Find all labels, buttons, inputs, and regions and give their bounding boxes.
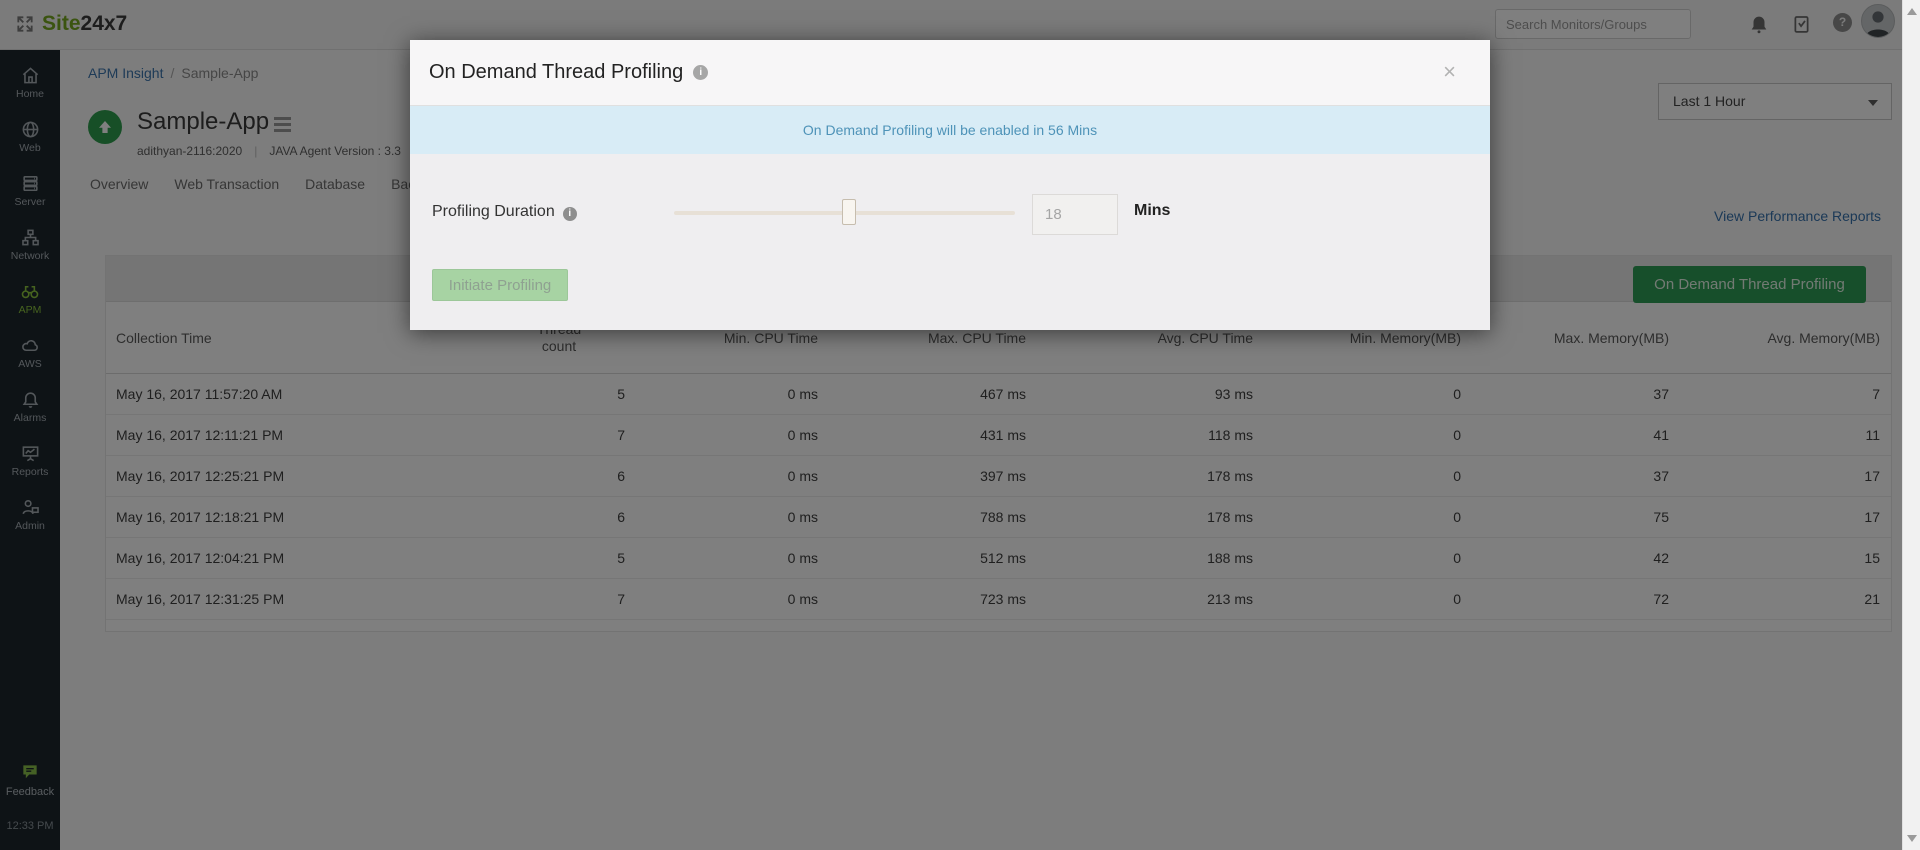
info-icon[interactable]: i	[563, 207, 577, 221]
initiate-profiling-button[interactable]: Initiate Profiling	[432, 269, 568, 301]
page-scrollbar[interactable]	[1902, 0, 1920, 850]
scroll-down-icon[interactable]	[1907, 835, 1917, 842]
duration-slider-handle[interactable]	[842, 199, 856, 225]
modal-header: On Demand Thread Profiling i ×	[410, 40, 1490, 106]
scroll-up-icon[interactable]	[1907, 8, 1917, 15]
info-icon[interactable]: i	[693, 65, 708, 80]
duration-value-input[interactable]	[1032, 194, 1118, 235]
on-demand-thread-profiling-modal: On Demand Thread Profiling i × On Demand…	[410, 40, 1490, 330]
profiling-duration-label: Profiling Durationi	[432, 203, 577, 221]
modal-title: On Demand Thread Profiling	[429, 61, 683, 84]
profiling-enabled-banner: On Demand Profiling will be enabled in 5…	[410, 106, 1490, 154]
duration-unit-label: Mins	[1134, 202, 1170, 220]
close-icon[interactable]: ×	[1443, 61, 1456, 83]
